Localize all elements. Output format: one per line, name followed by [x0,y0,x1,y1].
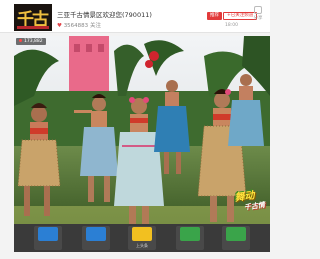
gift-image [226,227,246,241]
channel-logo[interactable]: 千古 [14,4,52,31]
gift-image [180,227,200,241]
follower-count: 3564883 [63,23,89,29]
share-button[interactable]: 分享 [251,6,265,21]
viewer-badge: 173,882 [16,38,46,45]
heart-icon: ♥ [57,23,62,29]
gift-item[interactable] [82,226,110,250]
gift-image [132,227,152,241]
channel-title: 三亚千古情景区欢迎您(790011) [57,11,152,19]
gift-image [86,227,106,241]
viewer-count: 173,882 [24,39,43,44]
recommend-button[interactable]: 推荐 [207,12,222,20]
gift-image [38,227,58,241]
schedule-time: 18:00 [225,23,238,28]
gift-bar: 上头条 [14,224,270,252]
live-dot-icon [19,39,22,42]
gift-item[interactable] [34,226,62,250]
gift-item[interactable] [222,226,250,250]
gift-item[interactable] [176,226,204,250]
channel-header: 千古 三亚千古情景区欢迎您(790011) ♥ 3564883 关注 推荐 +已… [0,0,270,33]
share-label: 分享 [253,16,263,21]
video-frame [14,36,270,224]
channel-meta: ♥ 3564883 关注 [57,21,101,29]
gift-item[interactable]: 上头条 [128,226,156,250]
gift-label: 上头条 [136,243,148,248]
live-video-player[interactable]: 173,882 舞动 千古情 [14,36,270,224]
show-watermark: 舞动 千古情 [233,185,266,214]
fans-label: 关注 [89,23,101,29]
share-icon [254,6,262,14]
logo-stripe [17,26,49,29]
